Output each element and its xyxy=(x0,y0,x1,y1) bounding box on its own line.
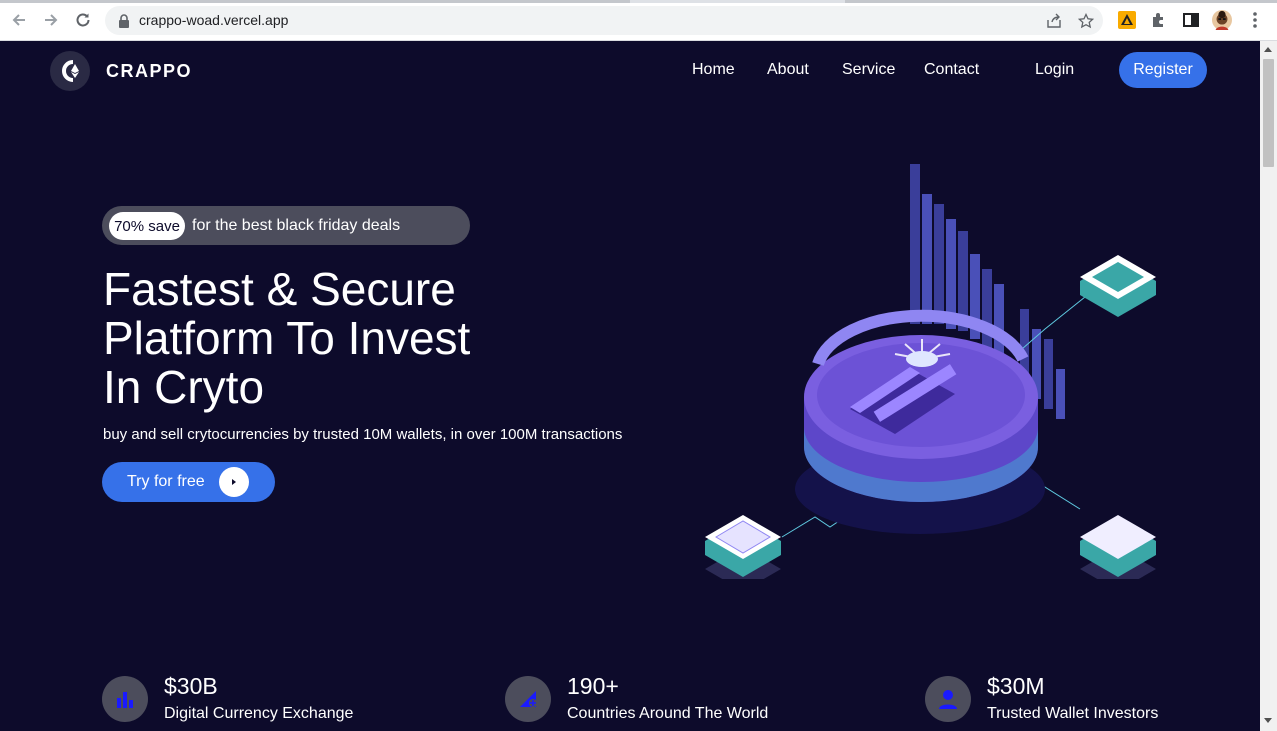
hero-title: Fastest & Secure Platform To Invest In C… xyxy=(103,265,663,412)
hero-title-line-1: Fastest & Secure xyxy=(103,263,456,315)
stat-label: Digital Currency Exchange xyxy=(164,705,354,722)
promo-banner: 70% save for the best black friday deals xyxy=(102,206,470,245)
side-panel-icon[interactable] xyxy=(1181,10,1201,30)
bookmark-star-icon[interactable] xyxy=(1077,12,1095,30)
profile-avatar-icon[interactable] xyxy=(1212,10,1232,30)
scrollbar-thumb[interactable] xyxy=(1263,59,1274,167)
url-text[interactable]: crappo-woad.vercel.app xyxy=(139,12,288,28)
scroll-up-arrow-icon[interactable] xyxy=(1264,47,1272,52)
register-button[interactable]: Register xyxy=(1119,52,1207,88)
hero-title-line-3: In Cryto xyxy=(103,361,265,413)
nav-link-about[interactable]: About xyxy=(767,61,809,79)
hero-subtitle: buy and sell crytocurrencies by trusted … xyxy=(103,426,623,443)
address-bar[interactable]: crappo-woad.vercel.app xyxy=(105,6,1103,35)
stat-label: Countries Around The World xyxy=(567,705,769,722)
hero-title-line-2: Platform To Invest xyxy=(103,312,471,364)
try-for-free-label: Try for free xyxy=(127,473,205,490)
browser-toolbar: crappo-woad.vercel.app xyxy=(0,0,1277,41)
stat-value: $30M xyxy=(987,673,1045,699)
back-icon[interactable] xyxy=(8,9,30,31)
lock-icon[interactable] xyxy=(115,12,133,30)
reload-icon[interactable] xyxy=(72,9,94,31)
ethereum-logo-icon xyxy=(62,60,79,82)
try-for-free-button[interactable]: Try for free xyxy=(102,462,275,502)
login-link[interactable]: Login xyxy=(1035,61,1074,79)
discount-badge: 70% save xyxy=(109,212,185,240)
stat-value: 190+ xyxy=(567,673,619,699)
register-button-label: Register xyxy=(1133,61,1193,78)
play-arrow-icon xyxy=(219,467,249,497)
nav-link-home[interactable]: Home xyxy=(692,61,735,79)
bar-chart-icon xyxy=(102,676,148,722)
web-page: CRAPPO Home About Service Contact Login … xyxy=(0,41,1260,731)
extensions-puzzle-icon[interactable] xyxy=(1149,10,1169,30)
nav-link-contact[interactable]: Contact xyxy=(924,61,979,79)
discount-badge-text: 70% save xyxy=(114,217,180,235)
stat-value: $30B xyxy=(164,673,218,699)
nav-link-service[interactable]: Service xyxy=(842,61,895,79)
brand-name[interactable]: CRAPPO xyxy=(106,61,192,82)
stat-label: Trusted Wallet Investors xyxy=(987,705,1159,722)
page-scrollbar[interactable] xyxy=(1260,41,1277,731)
forward-icon[interactable] xyxy=(40,9,62,31)
crappo-logo[interactable] xyxy=(50,51,90,91)
share-icon[interactable] xyxy=(1045,12,1063,30)
user-icon xyxy=(925,676,971,722)
scroll-down-arrow-icon[interactable] xyxy=(1264,718,1272,723)
tab-strip xyxy=(0,0,1277,3)
promo-text: for the best black friday deals xyxy=(192,217,401,234)
browser-menu-icon[interactable] xyxy=(1245,10,1265,30)
extension-warning-icon[interactable] xyxy=(1117,10,1137,30)
bitcoin-illustration xyxy=(705,164,1156,579)
globe-icon xyxy=(505,676,551,722)
